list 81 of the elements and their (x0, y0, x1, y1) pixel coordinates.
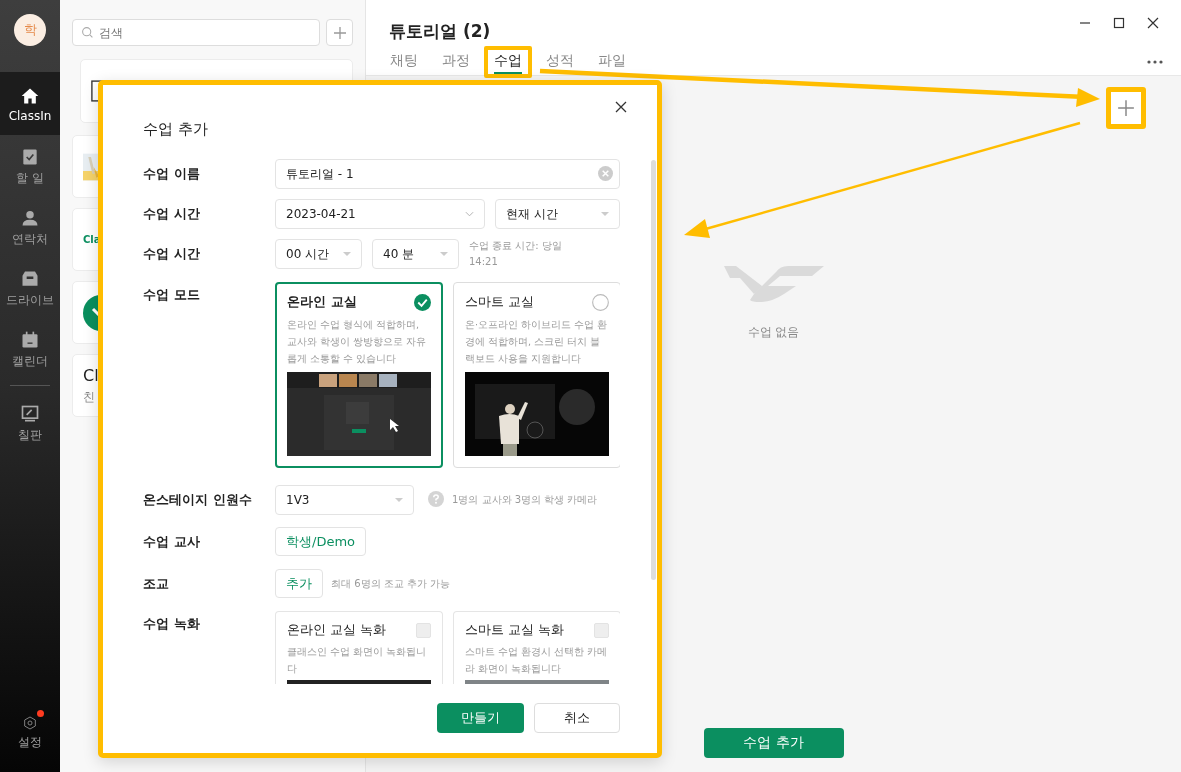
field-label: 수업 이름 (143, 165, 201, 183)
date-field[interactable]: 2023-04-21 (275, 199, 485, 229)
recording-option-card[interactable]: 온라인 교실 녹화 클래스인 수업 화면이 녹화됩니다 (275, 611, 443, 684)
field-label: 수업 모드 (143, 286, 201, 304)
scrollbar[interactable] (651, 160, 656, 580)
person-icon (20, 208, 40, 228)
radio-icon (592, 293, 609, 311)
field-label: 온스테이지 인원수 (143, 491, 253, 509)
option-description: 온라인 수업 형식에 적합하며, 교사와 학생이 쌍방향으로 자유롭게 소통할 수 있습니다 (287, 318, 428, 366)
create-button[interactable]: 만들기 (437, 703, 524, 733)
tray-icon (20, 269, 40, 289)
recording-option-card[interactable]: 스마트 교실 녹화 스마트 수업 환경시 선택한 카메라 화면이 녹화됩니다 (453, 611, 620, 684)
option-description: 클래스인 수업 화면이 녹화됩니다 (287, 645, 428, 676)
checkbox[interactable] (416, 623, 431, 638)
field-label: 수업 시간 (143, 205, 201, 223)
sidebar-item[interactable]: 드라이브 (0, 261, 60, 318)
maximize-icon[interactable] (1113, 17, 1125, 29)
add-lesson-button[interactable]: 수업 추가 (703, 728, 844, 758)
hint-text: 최대 6명의 조교 추가 가능 (331, 577, 451, 591)
channel-title: 튜토리얼 (2) (389, 20, 491, 43)
caret-icon (601, 212, 609, 216)
sidebar-item[interactable]: 캘린더 (0, 322, 60, 379)
bird-logo-icon (723, 264, 824, 302)
mode-option-card[interactable]: 스마트 교실 온·오프라인 하이브리드 수업 환경에 적합하며, 스크린 터치 블랙보드 사용을 지원합니다 (453, 282, 620, 468)
tab[interactable]: 수업 (484, 46, 532, 78)
settings-item[interactable]: 설정 (0, 707, 60, 760)
option-title: 온라인 교실 (287, 293, 357, 311)
search-field[interactable]: 검색 (72, 19, 320, 46)
option-description: 스마트 수업 환경시 선택한 카메라 화면이 녹화됩니다 (465, 645, 609, 676)
dialog-title: 수업 추가 (143, 120, 209, 139)
lesson-name-field[interactable]: 튜토리얼 - 1 (275, 159, 620, 189)
option-title: 스마트 교실 (465, 293, 535, 311)
option-description: 온·오프라인 하이브리드 수업 환경에 적합하며, 스크린 터치 블랙보드 사용을 지원합니다 (465, 318, 609, 366)
caret-icon (395, 498, 403, 502)
clear-icon[interactable] (598, 166, 613, 181)
plus-icon (331, 24, 348, 41)
field-label: 수업 녹화 (143, 615, 201, 633)
card-subtitle: 친 (83, 388, 96, 406)
minutes-dropdown[interactable]: 40 분 (372, 239, 459, 269)
add-button[interactable] (326, 19, 353, 46)
tab[interactable]: 채팅 (380, 46, 428, 78)
mode-option-card[interactable]: 온라인 교실 온라인 수업 형식에 적합하며, 교사와 학생이 쌍방향으로 자유롭게 소통할 수 있습니다 (275, 282, 443, 468)
sidebar-item[interactable]: 칠판 (0, 396, 60, 453)
checklist-icon (20, 147, 40, 167)
whiteboard-icon (20, 404, 40, 424)
empty-state-text: 수업 없음 (747, 324, 800, 341)
tab[interactable]: 성적 (536, 46, 584, 78)
cancel-button[interactable]: 취소 (534, 703, 620, 733)
checkbox[interactable] (594, 623, 609, 638)
hint-text: 1명의 교사와 3명의 학생 카메라 (452, 493, 598, 507)
add-assistant-button[interactable]: 추가 (275, 569, 323, 598)
field-label: 수업 교사 (143, 533, 201, 551)
option-title: 온라인 교실 녹화 (287, 622, 386, 639)
search-icon (81, 26, 94, 39)
onstage-count-dropdown[interactable]: 1V3 (275, 485, 414, 515)
time-dropdown[interactable]: 현재 시간 (495, 199, 620, 229)
caret-icon (343, 252, 351, 256)
help-icon[interactable] (428, 491, 444, 507)
card-title: Cl (83, 365, 99, 385)
sidebar-item[interactable]: ClassIn (0, 72, 60, 135)
calendar-icon (20, 330, 40, 350)
home-icon (20, 86, 40, 106)
settings-icon (22, 715, 38, 731)
check-icon (414, 293, 431, 311)
field-label: 수업 시간 (143, 245, 201, 263)
caret-icon (440, 252, 448, 256)
end-time-note: 수업 종료 시간: 당일 14:21 (469, 239, 563, 269)
tab[interactable]: 파일 (588, 46, 636, 78)
close-icon[interactable] (615, 101, 627, 113)
more-icon[interactable] (1147, 60, 1163, 64)
hours-dropdown[interactable]: 00 시간 (275, 239, 362, 269)
plus-icon (1117, 99, 1135, 117)
sidebar-item[interactable]: 할 일 (0, 139, 60, 196)
chevron-icon (465, 211, 474, 217)
close-icon[interactable] (1147, 17, 1159, 29)
option-title: 스마트 교실 녹화 (465, 622, 564, 639)
field-label: 조교 (143, 575, 170, 593)
tab[interactable]: 과정 (432, 46, 480, 78)
add-lesson-icon-button[interactable] (1106, 87, 1146, 129)
sidebar-item[interactable]: 연락처 (0, 200, 60, 257)
teacher-chip[interactable]: 학생/Demo (275, 527, 366, 556)
